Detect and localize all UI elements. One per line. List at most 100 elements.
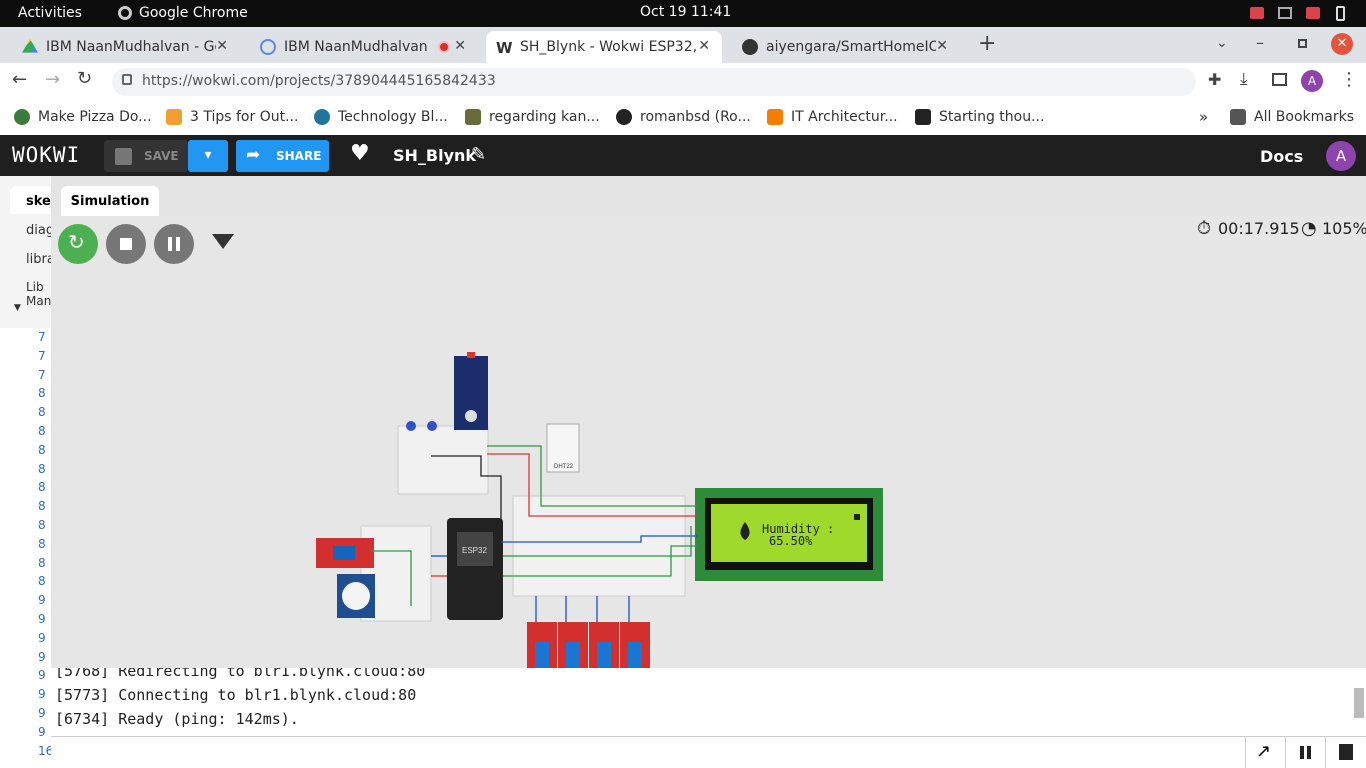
all-bookmarks-label: All Bookmarks xyxy=(1254,109,1355,125)
bookmarks-overflow-button[interactable]: » xyxy=(1199,108,1208,126)
menu-icon[interactable]: ⋮ xyxy=(1340,69,1358,90)
bookmark-item[interactable]: regarding kan... xyxy=(465,109,600,125)
project-name[interactable]: SH_Blynk xyxy=(393,146,476,165)
stopwatch-icon: ⏱ xyxy=(1197,218,1212,239)
share-button[interactable]: ➦ SHARE xyxy=(236,140,329,172)
tab-sketch[interactable]: sket xyxy=(10,186,57,214)
bookmark-label: Technology Bl... xyxy=(338,109,448,125)
share-icon: ➦ xyxy=(246,145,261,165)
battery-icon[interactable] xyxy=(1336,6,1345,21)
heart-icon[interactable]: ♥ xyxy=(350,141,370,166)
maximize-button[interactable] xyxy=(1298,39,1307,48)
bookmark-label: 3 Tips for Out... xyxy=(190,109,299,125)
lock-icon xyxy=(854,514,860,520)
tab-github[interactable]: aiyengara/SmartHomeIO ✕ xyxy=(724,31,960,63)
tab-label: IBM NaanMudhalvan xyxy=(284,39,428,55)
bookmark-label: regarding kan... xyxy=(489,109,600,125)
circuit-diagram[interactable]: DHT22 ESP32 Humidity : 65.50% xyxy=(311,346,891,668)
file-diagram[interactable]: diag xyxy=(26,223,54,238)
sound-icon[interactable] xyxy=(1306,7,1320,19)
docs-link[interactable]: Docs xyxy=(1260,147,1303,166)
sim-timer: 00:17.915 xyxy=(1218,219,1300,238)
wordpress-icon xyxy=(314,109,330,125)
clear-serial-button[interactable] xyxy=(1325,737,1366,768)
os-top-bar: Activities Google Chrome Oct 19 11:41 xyxy=(0,0,1366,27)
pause-icon xyxy=(168,237,172,251)
forward-icon[interactable]: → xyxy=(45,69,60,90)
serial-output: [5768] Redirecting to blr1.blynk.cloud:8… xyxy=(55,668,425,731)
bookmark-item[interactable]: Starting thou... xyxy=(915,109,1044,125)
close-icon[interactable]: ✕ xyxy=(936,38,948,54)
line-number: 8 xyxy=(38,480,46,495)
github-icon xyxy=(616,109,632,125)
wifi-icon xyxy=(166,109,182,125)
bot-icon xyxy=(465,109,481,125)
serial-scrollbar[interactable] xyxy=(1354,688,1364,718)
line-number: 16 xyxy=(38,743,54,758)
line-number: 8 xyxy=(38,442,46,457)
activities-button[interactable]: Activities xyxy=(18,5,82,21)
bookmark-item[interactable]: 3 Tips for Out... xyxy=(166,109,298,125)
extensions-icon[interactable]: ✚ xyxy=(1208,70,1221,89)
save-label: SAVE xyxy=(144,149,179,163)
wokwi-logo[interactable]: WOKWI xyxy=(12,143,80,167)
tab-ibm-go[interactable]: IBM NaanMudhalvan - Go ✕ xyxy=(4,31,240,63)
tab-label: aiyengara/SmartHomeIO xyxy=(766,39,936,55)
download-icon[interactable]: ⤓ xyxy=(1240,69,1248,89)
profile-avatar[interactable]: A xyxy=(1301,70,1323,92)
pir-dome xyxy=(342,582,370,610)
back-icon[interactable]: ← xyxy=(12,69,27,90)
save-button[interactable]: SAVE xyxy=(104,140,188,172)
line-number: 8 xyxy=(38,423,46,438)
side-panel-icon[interactable] xyxy=(1272,73,1287,86)
folder-icon xyxy=(1230,109,1246,125)
close-window-button[interactable]: ✕ xyxy=(1331,33,1353,55)
line-number: 7 xyxy=(38,367,46,382)
save-dropdown-button[interactable]: ▾ xyxy=(188,140,228,172)
clock[interactable]: Oct 19 11:41 xyxy=(640,4,731,20)
bookmark-label: IT Architectur... xyxy=(791,109,898,125)
line-number: 9 xyxy=(38,649,46,664)
close-icon[interactable]: ✕ xyxy=(698,38,710,54)
bookmark-item[interactable]: romanbsd (Ro... xyxy=(616,109,751,125)
address-bar[interactable]: https://wokwi.com/projects/3789044451658… xyxy=(112,68,1196,96)
bookmark-item[interactable]: Make Pizza Do... xyxy=(14,109,152,125)
stop-icon xyxy=(120,238,132,250)
edit-name-icon[interactable]: ✎ xyxy=(471,144,486,165)
relay-4-coil xyxy=(628,642,642,668)
breadboard-main xyxy=(512,495,686,597)
all-bookmarks-button[interactable]: All Bookmarks xyxy=(1230,109,1354,125)
line-number: 9 xyxy=(38,705,46,720)
pause-serial-button[interactable] xyxy=(1285,737,1325,768)
user-avatar[interactable]: A xyxy=(1326,141,1356,171)
close-icon[interactable]: ✕ xyxy=(216,38,228,54)
led-blue-2 xyxy=(427,421,437,431)
url-text[interactable]: https://wokwi.com/projects/3789044451658… xyxy=(142,73,496,89)
stop-button[interactable] xyxy=(106,224,146,264)
tab-ibm[interactable]: IBM NaanMudhalvan ✕ xyxy=(242,31,478,63)
tab-wokwi[interactable]: W SH_Blynk - Wokwi ESP32, ✕ xyxy=(486,31,722,63)
restart-button[interactable]: ↻ xyxy=(58,224,98,264)
library-manager[interactable]: Lib Man xyxy=(26,280,51,308)
wifi-icon xyxy=(212,234,234,249)
serial-input[interactable] xyxy=(51,737,1245,768)
bookmark-item[interactable]: Technology Bl... xyxy=(314,109,448,125)
minimize-button[interactable]: – xyxy=(1256,33,1264,52)
serial-monitor[interactable]: [5768] Redirecting to blr1.blynk.cloud:8… xyxy=(51,668,1366,736)
bookmark-item[interactable]: IT Architectur... xyxy=(767,109,898,125)
tab-search-icon[interactable]: ⌄ xyxy=(1216,35,1228,51)
lock-icon[interactable] xyxy=(122,74,132,85)
line-number: 9 xyxy=(38,668,46,683)
tab-simulation[interactable]: Simulation xyxy=(61,186,159,216)
relay-3-coil xyxy=(597,642,611,668)
network-icon[interactable] xyxy=(1278,7,1292,19)
pause-button[interactable] xyxy=(154,224,194,264)
chevron-down-icon[interactable]: ▼ xyxy=(14,303,21,313)
close-icon[interactable]: ✕ xyxy=(454,38,466,54)
restart-icon: ↻ xyxy=(68,230,85,254)
plotter-button[interactable]: ↗ xyxy=(1245,737,1285,768)
line-number: 8 xyxy=(38,499,46,514)
wire xyxy=(535,596,630,622)
new-tab-button[interactable]: + xyxy=(978,31,996,56)
reload-icon[interactable]: ↻ xyxy=(77,68,92,89)
